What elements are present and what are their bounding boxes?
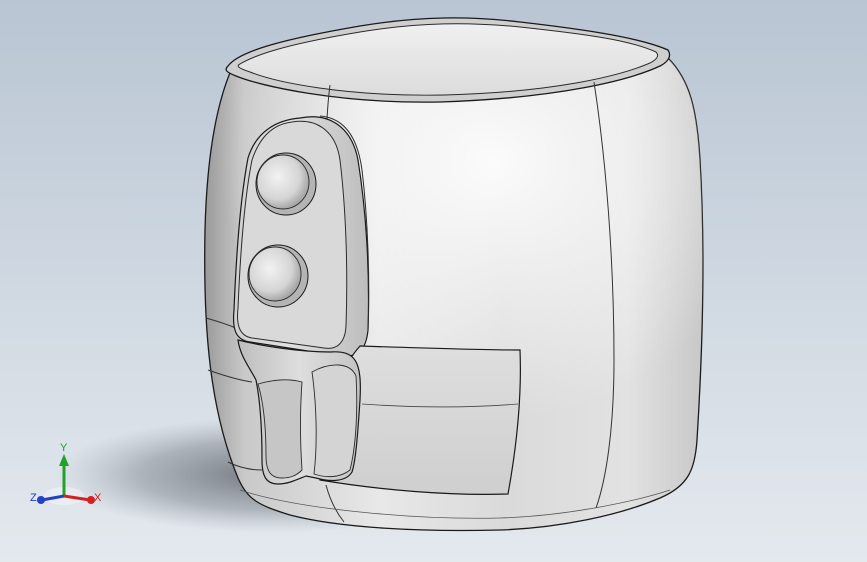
temperature-knob[interactable]	[247, 244, 309, 308]
triad-y-label: Y	[60, 442, 68, 454]
orientation-triad: Y X Z	[28, 440, 108, 515]
timer-knob[interactable]	[255, 152, 317, 216]
graphics-viewport[interactable]: Y X Z	[0, 0, 867, 562]
handle-side	[311, 364, 358, 478]
triad-z-label: Z	[30, 492, 37, 504]
triad-x-label: X	[94, 492, 102, 504]
air-fryer-model[interactable]	[0, 0, 867, 562]
